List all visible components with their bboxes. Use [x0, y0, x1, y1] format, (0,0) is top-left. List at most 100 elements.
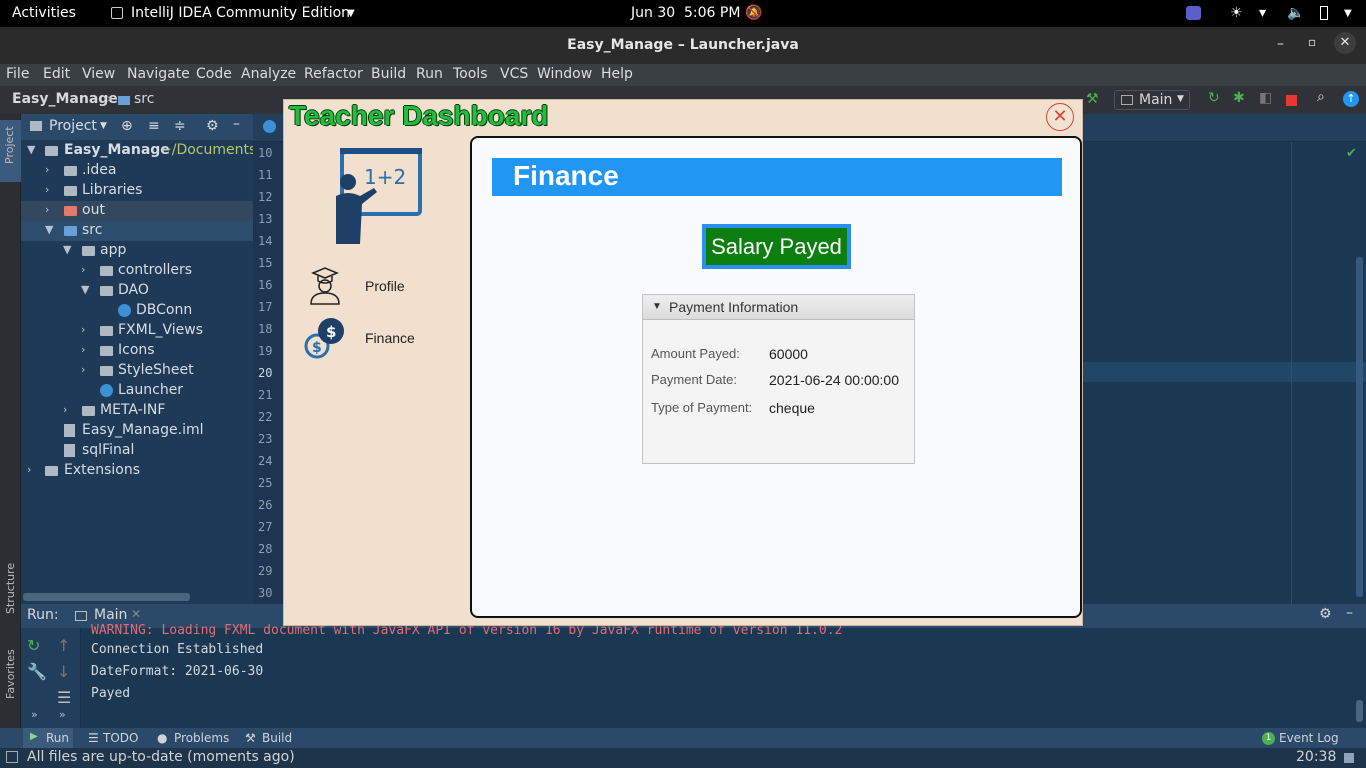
coverage-icon[interactable]: ◧ [1259, 90, 1272, 106]
tree-item[interactable]: ▼ app [21, 241, 253, 261]
menu-code[interactable]: Code [196, 66, 232, 82]
more-icon[interactable]: » [59, 708, 66, 721]
graduate-profile-icon[interactable] [308, 266, 342, 306]
tree-item-label: Easy_Manage.iml [82, 422, 204, 438]
run-console[interactable]: ↻ ↑ 🔧 ↓ ☰ » » WARNING: Loading FXML docu… [21, 623, 1366, 728]
tree-item[interactable]: › Libraries [21, 181, 253, 201]
menu-refactor[interactable]: Refactor [304, 66, 363, 82]
tree-item[interactable]: › out [21, 201, 253, 221]
todo-tool-tab[interactable]: TODO [103, 731, 138, 745]
code-editor[interactable]: ✔ [1082, 142, 1366, 604]
date-label[interactable]: Jun 30 [631, 5, 675, 21]
run-tool-tab[interactable]: ▶ Run [23, 728, 73, 748]
gear-icon[interactable]: ⚙ [1319, 606, 1332, 622]
battery-icon[interactable] [1320, 6, 1328, 20]
gear-icon[interactable]: ⚙ [206, 118, 219, 134]
nav-profile[interactable]: Profile [365, 278, 405, 294]
expand-all-icon[interactable]: ≡ [148, 118, 160, 134]
close-window-icon[interactable]: ✕ [1334, 32, 1356, 54]
hide-panel-icon[interactable]: – [1346, 605, 1353, 621]
problems-tool-tab[interactable]: Problems [174, 731, 229, 745]
wrench-icon[interactable]: 🔧 [27, 662, 47, 681]
menu-edit[interactable]: Edit [43, 66, 70, 82]
tree-item[interactable]: sqlFinal [21, 441, 253, 461]
app-config-icon [1121, 95, 1133, 105]
tree-item[interactable]: Easy_Manage.iml [21, 421, 253, 441]
down-arrow-icon[interactable]: ↓ [57, 662, 70, 681]
menu-view[interactable]: View [82, 66, 115, 82]
collapse-all-icon[interactable]: ≑ [174, 118, 186, 134]
vertical-scrollbar[interactable] [1356, 257, 1363, 597]
menu-analyze[interactable]: Analyze [241, 66, 296, 82]
tree-item[interactable]: ▼ src [21, 221, 253, 241]
more-icon[interactable]: » [31, 708, 38, 721]
console-scrollbar[interactable] [1356, 700, 1363, 722]
status-message[interactable]: All files are up-to-date (moments ago) [27, 749, 295, 765]
breadcrumb-folder[interactable]: src [134, 91, 154, 107]
structure-tool-label[interactable]: Structure [4, 563, 17, 614]
tree-item-label: Launcher [118, 382, 184, 398]
tree-item-root[interactable]: ▼ Easy_Manage ~/Documents/ [21, 141, 261, 161]
event-log-tool-tab[interactable]: Event Log [1279, 731, 1339, 745]
search-icon[interactable]: ⌕ [1317, 89, 1325, 105]
rerun-icon[interactable]: ↻ [1208, 90, 1220, 106]
app-menu-button[interactable]: IntelliJ IDEA Community Edition [131, 5, 350, 21]
menu-build[interactable]: Build [371, 66, 406, 82]
menu-file[interactable]: File [6, 66, 29, 82]
up-arrow-icon[interactable]: ↑ [57, 636, 70, 655]
tree-item[interactable]: ▼ DAO [21, 281, 253, 301]
tree-item[interactable]: Launcher [21, 381, 253, 401]
brightness-icon[interactable]: ☀ [1230, 5, 1243, 21]
project-view-select[interactable]: Project [49, 118, 97, 134]
menu-help[interactable]: Help [601, 66, 633, 82]
hide-panel-icon[interactable]: – [233, 116, 240, 132]
menu-navigate[interactable]: Navigate [127, 66, 190, 82]
horizontal-scrollbar[interactable] [23, 593, 190, 601]
chevron-down-icon[interactable]: ▼ [100, 121, 107, 131]
tree-item[interactable]: › Icons [21, 341, 253, 361]
menu-vcs[interactable]: VCS [500, 66, 528, 82]
project-tool-label[interactable]: Project [3, 126, 16, 164]
teams-icon[interactable] [1186, 6, 1201, 20]
volume-icon[interactable]: 🔈 [1287, 5, 1304, 21]
tree-item[interactable]: › .idea [21, 161, 253, 181]
lock-icon[interactable] [1344, 753, 1354, 763]
inspection-ok-icon[interactable]: ✔ [1346, 146, 1357, 161]
wifi-icon[interactable]: ▾ [1259, 5, 1266, 21]
tree-item[interactable]: DBConn [21, 301, 253, 321]
menu-window[interactable]: Window [537, 66, 592, 82]
minimize-icon[interactable]: – [1277, 36, 1284, 52]
close-tab-icon[interactable]: ✕ [131, 607, 141, 621]
run-config-select[interactable]: Main ▼ [1114, 90, 1190, 110]
tree-item[interactable]: › Extensions [21, 461, 253, 481]
tree-item[interactable]: › StyleSheet [21, 361, 253, 381]
time-label[interactable]: 5:06 PM [684, 5, 740, 21]
stop-icon[interactable] [1286, 95, 1297, 106]
activities-button[interactable]: Activities [12, 5, 76, 21]
caret-position[interactable]: 20:38 [1296, 749, 1336, 765]
build-tool-tab[interactable]: Build [262, 731, 292, 745]
run-tab-main[interactable]: Main [94, 607, 127, 623]
nav-finance[interactable]: Finance [365, 330, 415, 346]
notifications-muted-icon[interactable]: 🔕 [745, 5, 762, 21]
breadcrumb-project[interactable]: Easy_Manage [12, 91, 118, 107]
toggle-tool-windows-icon[interactable] [6, 751, 18, 763]
tree-item[interactable]: › META-INF [21, 401, 253, 421]
payment-info-header[interactable]: ▼ Payment Information [643, 295, 914, 320]
favorites-tool-label[interactable]: Favorites [4, 649, 17, 699]
maximize-icon[interactable]: ▫ [1308, 35, 1316, 49]
rerun-icon[interactable]: ↻ [27, 636, 40, 655]
tree-item[interactable]: › controllers [21, 261, 253, 281]
build-hammer-icon[interactable]: ⚒ [1086, 91, 1099, 107]
tree-item-label: DBConn [136, 302, 193, 318]
soft-wrap-icon[interactable]: ☰ [57, 688, 71, 707]
locate-icon[interactable]: ⊕ [121, 118, 133, 134]
tree-item[interactable]: › FXML_Views [21, 321, 253, 341]
update-icon[interactable]: ↑ [1343, 91, 1359, 107]
close-dashboard-button[interactable]: ✕ [1046, 103, 1074, 131]
debug-icon[interactable]: ✱ [1233, 90, 1245, 106]
menu-tools[interactable]: Tools [453, 66, 488, 82]
finance-dollar-icon[interactable]: $ $ [302, 316, 346, 360]
system-menu-chevron-icon[interactable]: ▼ [1344, 8, 1352, 19]
menu-run[interactable]: Run [416, 66, 443, 82]
